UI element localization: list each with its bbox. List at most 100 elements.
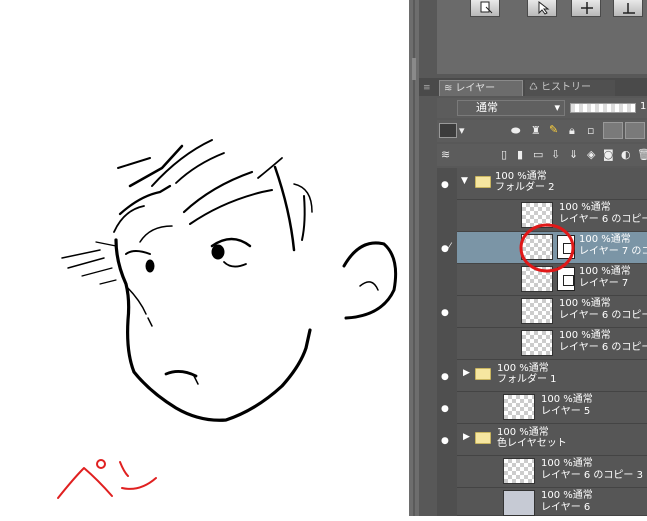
layer-name: レイヤー 6 のコピー: [559, 342, 647, 353]
eye-icon: ●: [441, 372, 449, 382]
eye-icon: ●: [441, 244, 449, 254]
layer-thumbnail: [521, 298, 553, 324]
opacity-slider[interactable]: [570, 103, 636, 113]
layer-name: レイヤー 6: [541, 502, 591, 513]
layer-thumbnail: [503, 394, 535, 420]
new-folder-icon[interactable]: ▭: [533, 148, 543, 162]
visibility-toggle[interactable]: ●: [437, 392, 455, 425]
layer-name: 色レイヤセット: [497, 438, 567, 449]
blend-mode-value: 通常: [476, 101, 498, 114]
create-mask-icon[interactable]: ◙: [603, 148, 614, 162]
lock-transparency-icon[interactable]: ▫: [587, 124, 594, 138]
panel-divider[interactable]: [409, 0, 419, 516]
reference-icon[interactable]: ♜: [531, 124, 541, 138]
layers-icon: ≋: [444, 83, 453, 94]
visibility-toggle[interactable]: [437, 328, 455, 361]
face-sketch: [57, 139, 398, 499]
layer-row[interactable]: 100 %通常 レイヤー 5: [457, 392, 647, 424]
layer-panel: ≡ ≋レイヤー ♺ヒストリー 通常 ▾ 100 ▾ ⬬ ♜ ✎ 🔒︎ ▫ ≋ ▯…: [419, 0, 647, 516]
layer-opacity-mode: 100 %通常: [541, 394, 593, 405]
layer-row[interactable]: 100 %通常 レイヤー 6: [457, 488, 647, 516]
object-tool-button[interactable]: [470, 0, 500, 17]
folder-icon: [475, 176, 491, 188]
visibility-toggle[interactable]: [437, 488, 455, 521]
layer-thumbnail: [521, 330, 553, 356]
operation-tool-button[interactable]: [527, 0, 557, 17]
grip-icon: ≡: [423, 83, 431, 93]
layer-row[interactable]: 100 %通常 レイヤー 6 のコピー: [457, 328, 647, 360]
ruler-toggle-button[interactable]: [625, 122, 645, 139]
layer-name: レイヤー 6 のコピー 4: [559, 310, 647, 321]
layer-thumbnail: [503, 490, 535, 516]
visibility-toggle[interactable]: ●: [437, 360, 455, 393]
panel-tabs: ≡ ≋ レイヤー ♺ ヒストリー: [419, 78, 647, 96]
lock-icon[interactable]: 🔒︎: [569, 124, 575, 138]
layer-opacity-mode: 100 %通常: [579, 266, 631, 277]
move-tool-button[interactable]: [571, 0, 601, 17]
apply-mask-icon[interactable]: ◐: [621, 148, 631, 162]
visibility-toggle[interactable]: [437, 264, 455, 297]
visibility-toggle[interactable]: ●: [437, 424, 455, 457]
layer-opacity-mode: 100 %通常: [559, 330, 611, 341]
layer-opacity-mode: 100 %通常: [541, 458, 593, 469]
visibility-toggle[interactable]: ●: [437, 168, 455, 201]
ruler-icon: [623, 3, 635, 14]
layer-opacity-mode: 100 %通常: [541, 490, 593, 501]
chevron-down-icon[interactable]: ▾: [459, 124, 465, 138]
layer-row[interactable]: 100 %通常 レイヤー 6 のコピー 3: [457, 456, 647, 488]
transfer-down-icon[interactable]: ⇩: [551, 148, 560, 162]
layer-row[interactable]: 100 %通常 レイヤー 6 のコピー 4: [457, 296, 647, 328]
color-swatch[interactable]: [439, 123, 457, 138]
layer-row-folder-2[interactable]: ▼ 100 %通常 フォルダー 2: [457, 168, 647, 200]
layer-name: レイヤー 6 のコピー 3: [541, 470, 643, 481]
pen-icon: ⁄: [449, 242, 451, 252]
layer-name: レイヤー 7: [579, 278, 629, 289]
layer-name: フォルダー 1: [497, 374, 557, 385]
ruler-tool-button[interactable]: [613, 0, 643, 17]
mask-toggle-button[interactable]: [603, 122, 623, 139]
visibility-toggle[interactable]: [437, 200, 455, 233]
drawing-canvas[interactable]: ペン: [0, 0, 409, 516]
divider-handle[interactable]: [412, 58, 416, 80]
layer-command-row: ≋ ▯ ▮ ▭ ⇩ ⇓ ◈ ◙ ◐ 🗑︎: [437, 144, 647, 166]
tab-history[interactable]: ♺ ヒストリー: [525, 80, 615, 96]
layer-opacity-mode: 100 %通常: [497, 427, 549, 438]
visibility-toggle[interactable]: [437, 456, 455, 489]
chevron-right-icon[interactable]: ▶: [463, 432, 470, 442]
layer-list[interactable]: ● ▼ 100 %通常 フォルダー 2 100 %通常 レイヤー 6 のコピー …: [437, 168, 647, 516]
layer-row-color-set[interactable]: ▶ 100 %通常 色レイヤセット: [457, 424, 647, 456]
eye-icon: ●: [441, 404, 449, 414]
visibility-toggle[interactable]: ● ⁄: [437, 232, 455, 265]
blend-mode-dropdown[interactable]: 通常 ▾: [457, 100, 565, 116]
chevron-down-icon[interactable]: ▼: [461, 176, 468, 186]
history-icon: ♺: [529, 82, 538, 93]
new-raster-layer-icon[interactable]: ▯: [501, 148, 507, 162]
tab-layer[interactable]: ≋ レイヤー: [439, 80, 523, 96]
sub-tool-area: [437, 0, 647, 74]
layer-opacity-mode: 100 %通常: [559, 202, 611, 213]
layer-thumbnail: [503, 458, 535, 484]
trash-icon[interactable]: 🗑︎: [637, 148, 647, 162]
layers-icon: ≋: [441, 148, 451, 161]
layer-row-folder-1[interactable]: ▶ 100 %通常 フォルダー 1: [457, 360, 647, 392]
new-vector-layer-icon[interactable]: ▮: [517, 148, 523, 162]
layer-opacity-mode: 100 %通常: [495, 171, 547, 182]
layer-opacity-mode: 100 %通常: [559, 298, 611, 309]
folder-icon: [475, 368, 491, 380]
highlight-circle: [519, 223, 575, 273]
object-icon: [480, 1, 493, 14]
blend-row: 通常 ▾ 100: [437, 98, 647, 118]
combine-icon[interactable]: ◈: [587, 148, 595, 162]
cursor-icon: [538, 1, 550, 15]
layer-property-row: ▾ ⬬ ♜ ✎ 🔒︎ ▫: [437, 120, 647, 142]
tab-history-label: ヒストリー: [540, 82, 591, 93]
layer-opacity-mode: 100 %通常: [497, 363, 549, 374]
layer-opacity-mode: 100 %通常: [579, 234, 631, 245]
pen-annotation: [57, 459, 157, 499]
chevron-right-icon[interactable]: ▶: [463, 368, 470, 378]
merge-down-icon[interactable]: ⇓: [569, 148, 578, 162]
visibility-toggle[interactable]: ●: [437, 296, 455, 329]
draft-icon[interactable]: ✎: [549, 123, 558, 137]
layer-name: フォルダー 2: [495, 182, 555, 193]
clip-icon[interactable]: ⬬: [511, 124, 520, 138]
